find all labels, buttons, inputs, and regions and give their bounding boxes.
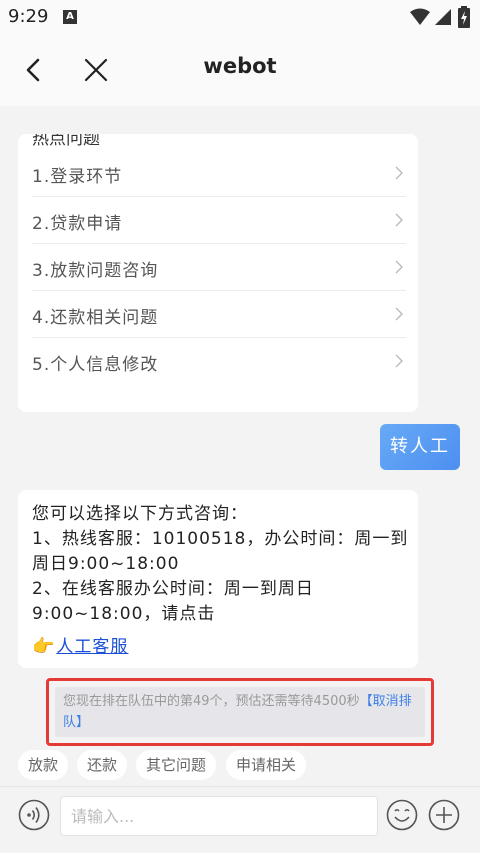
quick-tag-repayment[interactable]: 还款 [77, 750, 128, 780]
input-bar [0, 786, 480, 853]
bot-message-line: 您可以选择以下方式咨询： [32, 504, 248, 524]
hot-question-item[interactable]: 3.放款问题咨询 [32, 244, 406, 291]
hot-question-label: 4.还款相关问题 [32, 308, 159, 328]
more-button[interactable] [428, 799, 460, 835]
chevron-right-icon [395, 260, 403, 274]
voice-button[interactable] [18, 799, 50, 835]
queue-position-text: 您现在排在队伍中的第49个，预估还需等待4500秒 [63, 694, 360, 709]
bot-message-line: 1、热线客服：10100518，办公时间：周一到周日9:00~18:00 [32, 529, 409, 574]
chat-area[interactable]: 热点问题 1.登录环节 2.贷款申请 3.放款问题咨询 4.还款相关问题 5.个… [0, 106, 480, 786]
hot-question-item[interactable]: 2.贷款申请 [32, 197, 406, 244]
human-service-link[interactable]: 人工客服 [56, 637, 128, 657]
message-input[interactable] [60, 796, 378, 836]
app-header: webot [0, 34, 480, 106]
plus-icon [428, 799, 460, 831]
hot-questions-card: 热点问题 1.登录环节 2.贷款申请 3.放款问题咨询 4.还款相关问题 5.个… [18, 134, 418, 412]
quick-tag-loan-release[interactable]: 放款 [18, 750, 69, 780]
chevron-right-icon [395, 354, 403, 368]
queue-status-text: 您现在排在队伍中的第49个，预估还需等待4500秒【取消排队】 [63, 691, 423, 733]
hot-question-label: 2.贷款申请 [32, 214, 123, 234]
hot-questions-title: 热点问题 [32, 134, 100, 149]
hot-question-label: 1.登录环节 [32, 167, 123, 187]
pointing-hand-icon: 👉 [32, 636, 55, 657]
bot-message-card: 您可以选择以下方式咨询： 1、热线客服：10100518，办公时间：周一到周日9… [18, 490, 418, 668]
hot-question-item[interactable]: 5.个人信息修改 [32, 338, 406, 384]
battery-charging-icon [458, 6, 470, 28]
emoji-icon [386, 799, 418, 831]
bot-message-line: 2、在线客服办公时间：周一到周日9:00~18:00，请点击 [32, 579, 314, 624]
chevron-right-icon [395, 307, 403, 321]
voice-icon [18, 799, 50, 831]
signal-icon [435, 9, 451, 25]
queue-status-message: 您现在排在队伍中的第49个，预估还需等待4500秒【取消排队】 [55, 687, 425, 737]
quick-tag-other-questions[interactable]: 其它问题 [136, 750, 217, 780]
chevron-right-icon [395, 166, 403, 180]
emoji-button[interactable] [386, 799, 418, 835]
hot-question-item[interactable]: 1.登录环节 [32, 150, 406, 197]
human-service-row: 👉 人工客服 [32, 632, 128, 657]
notification-a-icon: A [63, 10, 77, 24]
quick-tag-application[interactable]: 申请相关 [226, 750, 307, 780]
page-title: webot [203, 54, 277, 78]
wifi-icon [410, 8, 430, 25]
hot-question-label: 3.放款问题咨询 [32, 261, 159, 281]
bot-message-text: 您可以选择以下方式咨询： 1、热线客服：10100518，办公时间：周一到周日9… [32, 502, 410, 627]
queue-status-highlight: 您现在排在队伍中的第49个，预估还需等待4500秒【取消排队】 [46, 678, 434, 746]
user-message-bubble: 转人工 [380, 424, 460, 470]
hot-question-label: 5.个人信息修改 [32, 355, 159, 375]
hot-question-item[interactable]: 4.还款相关问题 [32, 291, 406, 338]
status-bar: 9:29 A [0, 0, 480, 34]
chevron-right-icon [395, 213, 403, 227]
status-time: 9:29 [8, 6, 49, 27]
